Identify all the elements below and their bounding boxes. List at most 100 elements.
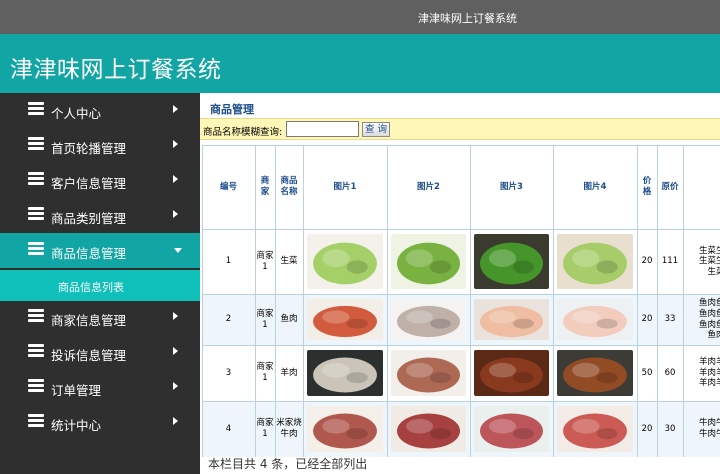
food-photo-icon (397, 413, 460, 449)
food-photo-icon (397, 305, 460, 338)
table-cell-description: 鱼肉鱼肉鱼肉鱼肉鱼肉鱼肉鱼肉 (686, 294, 720, 345)
product-image[interactable] (307, 350, 383, 396)
product-image[interactable] (391, 234, 466, 289)
sidebar-item-categories[interactable]: 商品类别管理 (0, 198, 200, 233)
chevron-right-icon (173, 382, 178, 390)
description-line: 牛肉牛肉 (698, 418, 720, 429)
sidebar-item-customers[interactable]: 客户信息管理 (0, 163, 200, 198)
sidebar-item-statistics[interactable]: 统计中心 (0, 405, 200, 440)
search-button[interactable]: 查 询 (362, 122, 390, 137)
stack-icon (28, 379, 44, 393)
sidebar-item-label: 客户信息管理 (51, 176, 127, 191)
description-line: 鱼肉鱼肉 (698, 308, 720, 319)
grid-line (683, 145, 684, 457)
chevron-down-icon (174, 248, 182, 253)
food-photo-icon (480, 357, 543, 393)
column-header-col-orig: 原价 (661, 181, 679, 192)
table-cell-merchant: 商家1 (256, 308, 274, 330)
table-cell-price: 20 (641, 314, 653, 325)
food-photo-icon (313, 357, 377, 393)
table-cell-merchant: 商家1 (256, 250, 274, 272)
product-image[interactable] (307, 234, 383, 289)
sidebar-item-label: 投诉信息管理 (51, 348, 127, 363)
sidebar-item-products[interactable]: 商品信息管理 (0, 233, 200, 268)
description-line: 生菜 (707, 266, 720, 277)
page-title: 商品管理 (210, 103, 254, 116)
sidebar-item-merchants[interactable]: 商家信息管理 (0, 300, 200, 335)
app-title: 津津味网上订餐系统 (10, 57, 222, 83)
grid-line (202, 145, 720, 146)
sidebar-item-orders[interactable]: 订单管理 (0, 370, 200, 405)
product-image[interactable] (474, 234, 549, 289)
product-image[interactable] (307, 406, 383, 452)
stack-icon (28, 242, 44, 256)
product-image[interactable] (474, 350, 549, 396)
grid-line (202, 401, 720, 402)
food-photo-icon (480, 242, 543, 285)
grid-line (275, 145, 276, 457)
product-image[interactable] (391, 406, 466, 452)
search-input[interactable] (286, 121, 359, 137)
chevron-right-icon (173, 417, 178, 425)
grid-line (202, 145, 203, 457)
sidebar-item-label: 统计中心 (51, 418, 102, 433)
submenu-item-product-list[interactable]: 商品信息列表 (0, 270, 200, 301)
table-cell-price: 20 (641, 423, 653, 434)
column-header-col-image4: 图片4 (583, 181, 607, 192)
product-image[interactable] (391, 350, 466, 396)
product-image[interactable] (557, 406, 633, 452)
table-cell-description: 生菜生菜生菜生菜生菜 (686, 229, 720, 294)
table-cell-orig: 60 (664, 367, 676, 378)
table-cell-orig: 33 (664, 314, 676, 325)
window-title-bar: 津津味网上订餐系统 (0, 0, 720, 34)
grid-line (387, 145, 388, 457)
grid-line (255, 145, 256, 457)
table-cell-price: 20 (641, 256, 653, 267)
product-image[interactable] (474, 299, 549, 340)
sidebar-item-complaints[interactable]: 投诉信息管理 (0, 335, 200, 370)
grid-line (303, 145, 304, 457)
table-cell-description: 羊肉羊肉羊肉羊肉羊肉羊肉 (686, 345, 720, 401)
table-cell-merchant: 商家1 (256, 418, 274, 439)
grid-line (202, 229, 720, 230)
grid-line (202, 345, 720, 346)
product-image[interactable] (557, 299, 633, 340)
sidebar-item-carousel[interactable]: 首页轮播管理 (0, 128, 200, 163)
table-cell-id: 2 (225, 314, 232, 325)
product-image[interactable] (557, 234, 633, 289)
food-photo-icon (563, 357, 627, 393)
stack-icon (28, 414, 44, 428)
stack-icon (28, 344, 44, 358)
sidebar-item-personal-center[interactable]: 个人中心 (0, 93, 200, 128)
chevron-right-icon (173, 312, 178, 320)
table-cell-name: 鱼肉 (280, 314, 298, 325)
stack-icon (28, 137, 44, 151)
header-banner: 津津味网上订餐系统 (0, 34, 720, 93)
product-image[interactable] (474, 406, 549, 452)
sidebar-item-label: 商品信息管理 (51, 246, 127, 261)
sidebar-item-label: 商品类别管理 (51, 211, 127, 226)
chevron-right-icon (173, 347, 178, 355)
table-cell-name: 羊肉 (280, 367, 298, 378)
product-image[interactable] (557, 350, 633, 396)
description-line: 鱼肉鱼肉 (698, 319, 720, 330)
sidebar-item-label: 个人中心 (51, 106, 102, 121)
description-line: 羊肉羊肉 (698, 367, 720, 378)
product-image[interactable] (307, 299, 383, 340)
food-photo-icon (480, 413, 543, 449)
column-header-col-image3: 图片3 (500, 181, 523, 192)
table-cell-price: 50 (641, 367, 653, 378)
stack-icon (28, 102, 44, 116)
table-cell-name: 米家烧牛肉 (276, 418, 302, 439)
food-photo-icon (313, 305, 377, 338)
product-image[interactable] (391, 299, 466, 340)
table-cell-name: 生菜 (280, 256, 298, 267)
description-line: 羊肉羊肉 (698, 378, 720, 389)
column-header-col-price: 价格 (642, 176, 652, 197)
table-cell-orig: 30 (664, 423, 676, 434)
grid-line (470, 145, 471, 457)
window-title: 津津味网上订餐系统 (418, 12, 517, 25)
column-header-col-id: 编号 (219, 181, 237, 192)
grid-line (553, 145, 554, 457)
grid-line (657, 145, 658, 457)
